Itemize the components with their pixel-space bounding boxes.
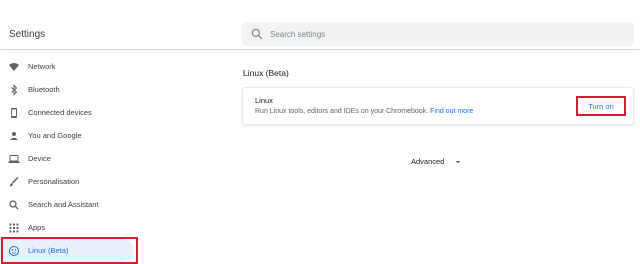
search-icon	[250, 27, 264, 41]
sidebar-item-personalisation[interactable]: Personalisation	[0, 170, 140, 193]
sidebar: Network Bluetooth Connected devices You …	[0, 55, 140, 262]
person-icon	[8, 130, 20, 142]
sidebar-item-label: Bluetooth	[28, 85, 60, 94]
advanced-toggle[interactable]: Advanced	[411, 157, 462, 166]
laptop-icon	[8, 153, 20, 165]
settings-window: Settings Network Bluetooth Connected dev…	[0, 0, 640, 264]
header: Settings	[0, 0, 640, 50]
sidebar-item-device[interactable]: Device	[0, 147, 140, 170]
search-bar[interactable]	[242, 22, 634, 46]
sidebar-highlight-box	[1, 237, 138, 264]
sidebar-item-you-and-google[interactable]: You and Google	[0, 124, 140, 147]
turn-on-button[interactable]: Turn on	[576, 96, 626, 116]
card-title: Linux	[255, 96, 273, 105]
search-icon	[8, 199, 20, 211]
sidebar-item-network[interactable]: Network	[0, 55, 140, 78]
advanced-label: Advanced	[411, 157, 445, 166]
sidebar-item-connected-devices[interactable]: Connected devices	[0, 101, 140, 124]
sidebar-item-label: Apps	[28, 223, 46, 232]
linux-card: Linux Run Linux tools, editors and IDEs …	[242, 87, 634, 125]
sidebar-item-apps[interactable]: Apps	[0, 216, 140, 239]
sidebar-item-label: Device	[28, 154, 51, 163]
sidebar-item-label: Connected devices	[28, 108, 92, 117]
search-input[interactable]	[270, 24, 610, 44]
sidebar-item-label: You and Google	[28, 131, 82, 140]
find-out-more-link[interactable]: Find out more	[430, 108, 473, 115]
chevron-down-icon	[454, 158, 462, 166]
card-description-text: Run Linux tools, editors and IDEs on you…	[255, 108, 429, 115]
page-title: Settings	[9, 29, 46, 40]
bluetooth-icon	[8, 83, 20, 96]
sidebar-item-label: Network	[28, 62, 56, 71]
sidebar-item-label: Search and Assistant	[28, 200, 99, 209]
section-title: Linux (Beta)	[243, 68, 289, 78]
sidebar-item-search-and-assistant[interactable]: Search and Assistant	[0, 193, 140, 216]
wifi-icon	[8, 61, 20, 73]
phone-icon	[8, 107, 20, 119]
brush-icon	[8, 176, 20, 188]
apps-grid-icon	[8, 222, 20, 234]
sidebar-item-bluetooth[interactable]: Bluetooth	[0, 78, 140, 101]
card-description: Run Linux tools, editors and IDEs on you…	[255, 108, 473, 115]
sidebar-item-label: Personalisation	[28, 177, 80, 186]
